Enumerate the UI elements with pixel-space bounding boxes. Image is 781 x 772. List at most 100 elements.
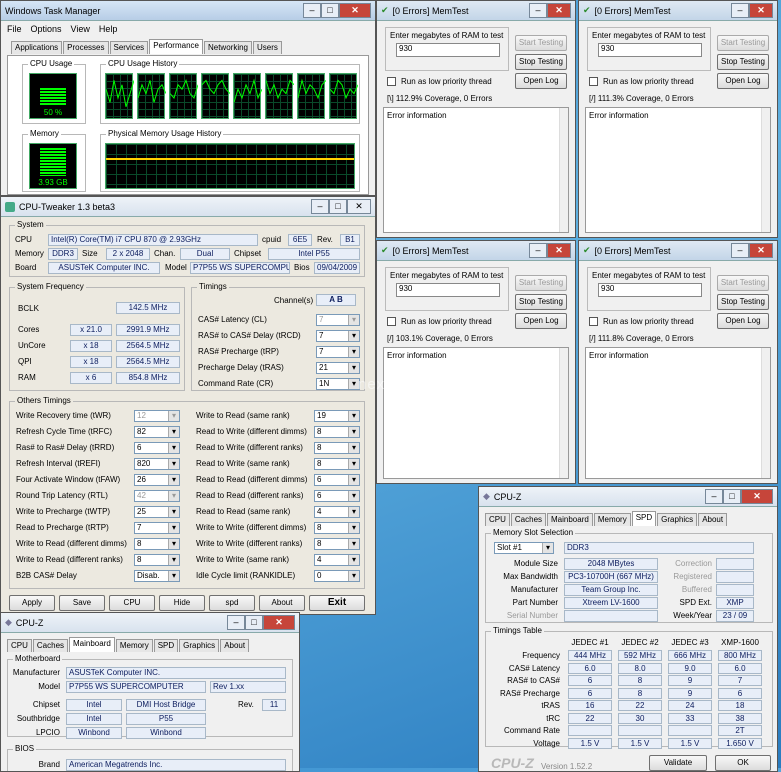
close-icon[interactable]: ✕ (547, 243, 571, 258)
maximize-icon[interactable]: □ (321, 3, 339, 18)
close-icon[interactable]: ✕ (741, 489, 773, 504)
other-timing-select[interactable]: 82 (134, 426, 180, 438)
stop-testing-button[interactable]: Stop Testing (515, 54, 567, 70)
cpuz-spd-titlebar[interactable]: ◆ CPU-Z – □ ✕ (479, 487, 777, 507)
error-information-box[interactable]: Error information (585, 347, 771, 479)
tab-services[interactable]: Services (109, 41, 149, 54)
ram-megabytes-input[interactable]: 930 (598, 43, 702, 57)
menu-file[interactable]: File (7, 24, 22, 34)
start-testing-button[interactable]: Start Testing (515, 35, 567, 51)
cpu-tweaker-titlebar[interactable]: CPU-Tweaker 1.3 beta3 – □ ✕ (1, 197, 375, 217)
spd-button[interactable]: spd (209, 595, 255, 611)
minimize-icon[interactable]: – (303, 3, 321, 18)
minimize-icon[interactable]: – (311, 199, 329, 214)
memtest-titlebar[interactable]: ✔ [0 Errors] MemTest – ✕ (579, 241, 777, 261)
tab-processes[interactable]: Processes (63, 41, 109, 54)
tab-networking[interactable]: Networking (203, 41, 252, 54)
minimize-icon[interactable]: – (529, 3, 547, 18)
cpu-button[interactable]: CPU (109, 595, 155, 611)
other-timing-select[interactable]: 8 (134, 538, 180, 550)
timing-select[interactable]: 1N (316, 378, 360, 390)
other-timing-select[interactable]: 7 (134, 522, 180, 534)
tab-graphics[interactable]: Graphics (657, 513, 698, 526)
minimize-icon[interactable]: – (529, 243, 547, 258)
minimize-icon[interactable]: – (731, 243, 749, 258)
maximize-icon[interactable]: □ (245, 615, 263, 630)
tab-graphics[interactable]: Graphics (179, 639, 220, 652)
other-timing-select[interactable]: 8 (314, 538, 360, 550)
other-timing-select[interactable]: 42 (134, 490, 180, 502)
timing-select[interactable]: 21 (316, 362, 360, 374)
scrollbar[interactable] (761, 108, 770, 232)
tab-memory[interactable]: Memory (115, 639, 153, 652)
close-icon[interactable]: ✕ (749, 243, 773, 258)
open-log-button[interactable]: Open Log (515, 313, 567, 329)
tab-mainboard[interactable]: Mainboard (69, 637, 115, 652)
other-timing-select[interactable]: 12 (134, 410, 180, 422)
close-icon[interactable]: ✕ (339, 3, 371, 18)
other-timing-select[interactable]: 26 (134, 474, 180, 486)
stop-testing-button[interactable]: Stop Testing (717, 294, 769, 310)
menu-view[interactable]: View (71, 24, 90, 34)
tab-performance[interactable]: Performance (149, 39, 203, 54)
other-timing-select[interactable]: 0 (314, 570, 360, 582)
tab-memory[interactable]: Memory (593, 513, 631, 526)
low-priority-checkbox[interactable] (387, 77, 396, 86)
ok-button[interactable]: OK (715, 755, 771, 771)
other-timing-select[interactable]: 6 (134, 442, 180, 454)
ram-megabytes-input[interactable]: 930 (598, 283, 702, 297)
other-timing-select[interactable]: 820 (134, 458, 180, 470)
maximize-icon[interactable]: □ (723, 489, 741, 504)
open-log-button[interactable]: Open Log (717, 73, 769, 89)
tab-cpu[interactable]: CPU (485, 513, 510, 526)
error-information-box[interactable]: Error information (585, 107, 771, 233)
stop-testing-button[interactable]: Stop Testing (515, 294, 567, 310)
ram-megabytes-input[interactable]: 930 (396, 43, 500, 57)
tab-about[interactable]: About (220, 639, 250, 652)
other-timing-select[interactable]: 8 (314, 442, 360, 454)
task-manager-titlebar[interactable]: Windows Task Manager – □ ✕ (1, 1, 375, 21)
other-timing-select[interactable]: Disab. (134, 570, 180, 582)
low-priority-checkbox[interactable] (589, 317, 598, 326)
about-button[interactable]: About (259, 595, 305, 611)
apply-button[interactable]: Apply (9, 595, 55, 611)
tab-applications[interactable]: Applications (11, 41, 63, 54)
error-information-box[interactable]: Error information (383, 107, 569, 233)
other-timing-select[interactable]: 6 (314, 474, 360, 486)
close-icon[interactable]: ✕ (263, 615, 295, 630)
tab-cpu[interactable]: CPU (7, 639, 32, 652)
cpuz-mainboard-titlebar[interactable]: ◆ CPU-Z – □ ✕ (1, 613, 299, 633)
stop-testing-button[interactable]: Stop Testing (717, 54, 769, 70)
close-icon[interactable]: ✕ (547, 3, 571, 18)
other-timing-select[interactable]: 4 (314, 554, 360, 566)
timing-select[interactable]: 7 (316, 330, 360, 342)
maximize-icon[interactable]: □ (329, 199, 347, 214)
scrollbar[interactable] (761, 348, 770, 478)
close-icon[interactable]: ✕ (347, 199, 371, 214)
ram-megabytes-input[interactable]: 930 (396, 283, 500, 297)
minimize-icon[interactable]: – (705, 489, 723, 504)
hide-button[interactable]: Hide (159, 595, 205, 611)
tab-caches[interactable]: Caches (32, 639, 69, 652)
exit-button[interactable]: Exit (309, 595, 365, 611)
memtest-titlebar[interactable]: ✔ [0 Errors] MemTest – ✕ (579, 1, 777, 21)
tab-caches[interactable]: Caches (510, 513, 547, 526)
menu-options[interactable]: Options (31, 24, 62, 34)
low-priority-checkbox[interactable] (387, 317, 396, 326)
tab-spd[interactable]: SPD (153, 639, 179, 652)
other-timing-select[interactable]: 8 (314, 426, 360, 438)
slot-select[interactable]: Slot #1 (494, 542, 554, 554)
timing-select[interactable]: 7 (316, 346, 360, 358)
save-button[interactable]: Save (59, 595, 105, 611)
validate-button[interactable]: Validate (649, 755, 707, 771)
other-timing-select[interactable]: 4 (314, 506, 360, 518)
memtest-titlebar[interactable]: ✔ [0 Errors] MemTest – ✕ (377, 1, 575, 21)
error-information-box[interactable]: Error information (383, 347, 569, 479)
tab-users[interactable]: Users (253, 41, 282, 54)
scrollbar[interactable] (559, 108, 568, 232)
minimize-icon[interactable]: – (731, 3, 749, 18)
low-priority-checkbox[interactable] (589, 77, 598, 86)
start-testing-button[interactable]: Start Testing (515, 275, 567, 291)
other-timing-select[interactable]: 8 (314, 458, 360, 470)
scrollbar[interactable] (559, 348, 568, 478)
